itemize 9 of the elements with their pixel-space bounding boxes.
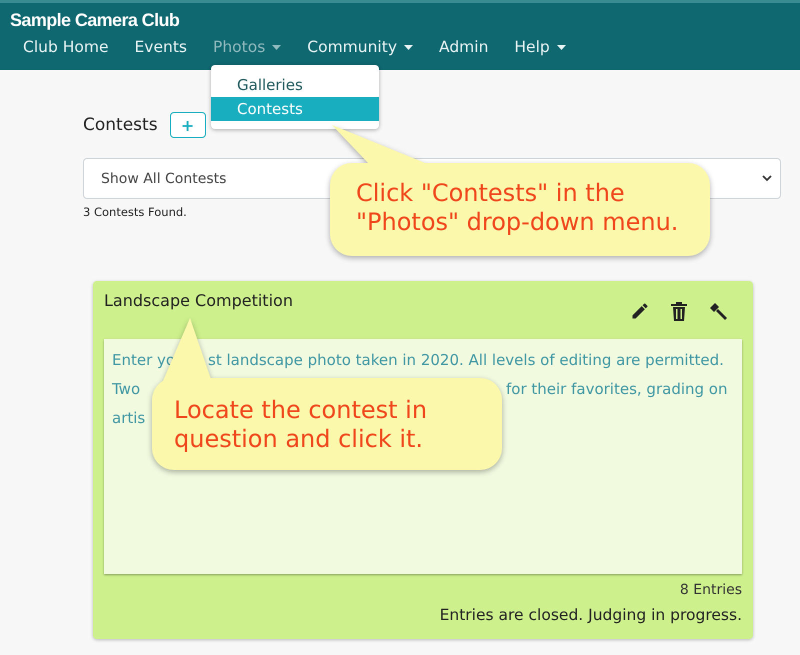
result-count: 3 Contests Found.	[83, 205, 188, 219]
description-text: for their favorites, grading on	[506, 380, 728, 398]
entry-count: 8 Entries	[680, 582, 742, 598]
description-text: Two	[112, 380, 140, 398]
description-text: st landscape photo taken in 2020. All levels of editing are permitted.	[208, 350, 724, 368]
page-heading: Contests	[83, 115, 158, 135]
description-text: artis	[112, 408, 146, 426]
contest-status: Entries are closed. Judging in progress.	[440, 606, 742, 624]
callout-tooltip: Click "Contests" in the "Photos" drop-down menu.	[330, 123, 710, 256]
